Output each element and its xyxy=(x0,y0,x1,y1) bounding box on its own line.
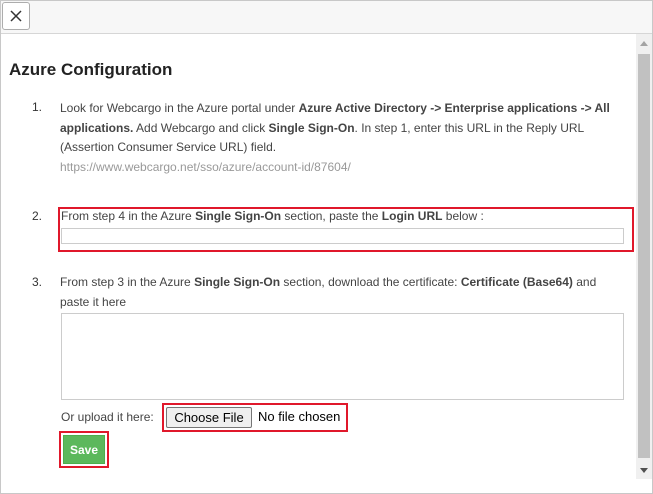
dialog-content: Azure Configuration 1. Look for Webcargo… xyxy=(1,34,635,493)
step-2-text-part: From step 4 in the Azure xyxy=(61,209,196,223)
close-button[interactable] xyxy=(2,2,30,30)
step-1-text-part: Add Webcargo and click xyxy=(133,120,269,135)
step-2-bold-part: Login URL xyxy=(381,209,443,223)
choose-file-button[interactable]: Choose File xyxy=(166,407,252,428)
step-3-instructions: From step 3 in the Azure Single Sign-On … xyxy=(60,273,620,312)
scroll-down-button[interactable] xyxy=(636,463,652,477)
step-3-text-part: From step 3 in the Azure xyxy=(60,275,195,289)
step-2-text-part: section, paste the xyxy=(281,209,382,223)
step-2-bold-part: Single Sign-On xyxy=(195,209,282,223)
close-icon xyxy=(10,10,22,22)
step-3-bold-part: Certificate (Base64) xyxy=(460,275,573,289)
vertical-scrollbar[interactable] xyxy=(636,34,652,479)
dialog-toolbar xyxy=(1,1,652,34)
step-2-number: 2. xyxy=(32,209,43,223)
certificate-textarea[interactable] xyxy=(61,313,624,400)
step-1-text-part: Look for Webcargo in the Azure portal un… xyxy=(60,101,299,115)
login-url-input[interactable] xyxy=(61,228,624,244)
scroll-up-button[interactable] xyxy=(636,36,652,50)
file-status-text: No file chosen xyxy=(258,409,341,424)
step-3-number: 3. xyxy=(32,275,43,289)
step-3-bold-part: Single Sign-On xyxy=(194,275,281,289)
page-title: Azure Configuration xyxy=(9,60,173,79)
dialog-window: Azure Configuration 1. Look for Webcargo… xyxy=(0,0,653,494)
scroll-up-arrow-icon xyxy=(640,40,648,46)
scroll-down-arrow-icon xyxy=(640,467,648,473)
step-1-number: 1. xyxy=(32,100,43,114)
step-1-instructions: Look for Webcargo in the Azure portal un… xyxy=(60,99,620,177)
scrollbar-thumb[interactable] xyxy=(638,54,650,458)
save-button[interactable]: Save xyxy=(63,435,105,464)
step-3-text-part: section, download the certificate: xyxy=(280,275,461,289)
step-2-instructions: From step 4 in the Azure Single Sign-On … xyxy=(61,207,621,227)
reply-url: https://www.webcargo.net/sso/azure/accou… xyxy=(60,159,351,174)
step-2-text-part: below : xyxy=(442,209,484,223)
upload-label: Or upload it here: xyxy=(61,410,154,424)
step-1-bold-part: Single Sign-On xyxy=(268,120,355,135)
